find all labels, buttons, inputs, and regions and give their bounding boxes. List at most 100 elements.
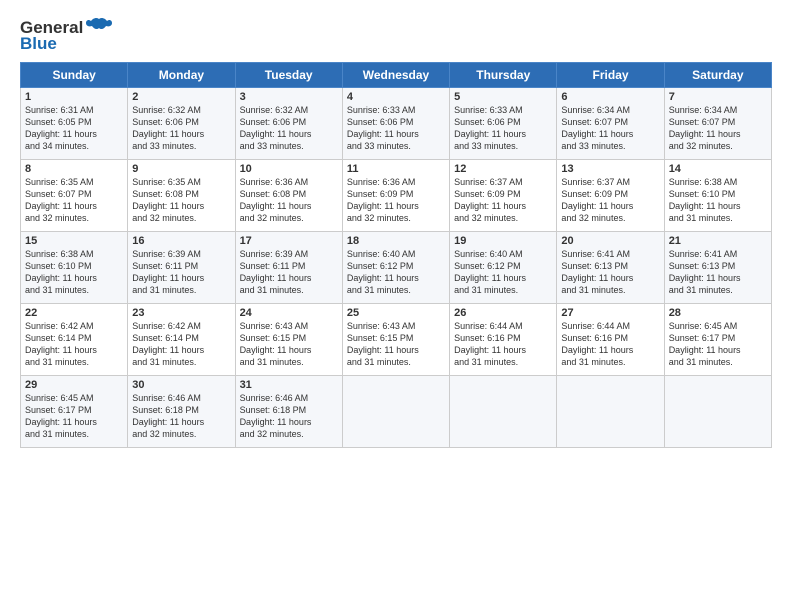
day-number: 17 bbox=[240, 235, 338, 247]
day-info: Sunrise: 6:36 AM Sunset: 6:08 PM Dayligh… bbox=[240, 176, 338, 225]
day-number: 24 bbox=[240, 307, 338, 319]
day-info: Sunrise: 6:38 AM Sunset: 6:10 PM Dayligh… bbox=[25, 248, 123, 297]
day-cell: 29Sunrise: 6:45 AM Sunset: 6:17 PM Dayli… bbox=[21, 376, 128, 448]
day-cell: 7Sunrise: 6:34 AM Sunset: 6:07 PM Daylig… bbox=[664, 88, 771, 160]
day-info: Sunrise: 6:39 AM Sunset: 6:11 PM Dayligh… bbox=[240, 248, 338, 297]
day-info: Sunrise: 6:46 AM Sunset: 6:18 PM Dayligh… bbox=[240, 392, 338, 441]
day-cell: 11Sunrise: 6:36 AM Sunset: 6:09 PM Dayli… bbox=[342, 160, 449, 232]
day-number: 15 bbox=[25, 235, 123, 247]
day-info: Sunrise: 6:40 AM Sunset: 6:12 PM Dayligh… bbox=[347, 248, 445, 297]
day-info: Sunrise: 6:34 AM Sunset: 6:07 PM Dayligh… bbox=[561, 104, 659, 153]
day-cell: 25Sunrise: 6:43 AM Sunset: 6:15 PM Dayli… bbox=[342, 304, 449, 376]
day-info: Sunrise: 6:40 AM Sunset: 6:12 PM Dayligh… bbox=[454, 248, 552, 297]
day-info: Sunrise: 6:38 AM Sunset: 6:10 PM Dayligh… bbox=[669, 176, 767, 225]
day-cell: 15Sunrise: 6:38 AM Sunset: 6:10 PM Dayli… bbox=[21, 232, 128, 304]
header-cell-wednesday: Wednesday bbox=[342, 63, 449, 88]
day-info: Sunrise: 6:46 AM Sunset: 6:18 PM Dayligh… bbox=[132, 392, 230, 441]
day-info: Sunrise: 6:43 AM Sunset: 6:15 PM Dayligh… bbox=[240, 320, 338, 369]
day-cell: 23Sunrise: 6:42 AM Sunset: 6:14 PM Dayli… bbox=[128, 304, 235, 376]
day-number: 7 bbox=[669, 91, 767, 103]
day-cell: 31Sunrise: 6:46 AM Sunset: 6:18 PM Dayli… bbox=[235, 376, 342, 448]
day-number: 13 bbox=[561, 163, 659, 175]
logo-blue: Blue bbox=[20, 34, 57, 54]
day-info: Sunrise: 6:41 AM Sunset: 6:13 PM Dayligh… bbox=[669, 248, 767, 297]
day-info: Sunrise: 6:44 AM Sunset: 6:16 PM Dayligh… bbox=[561, 320, 659, 369]
day-number: 2 bbox=[132, 91, 230, 103]
day-info: Sunrise: 6:42 AM Sunset: 6:14 PM Dayligh… bbox=[25, 320, 123, 369]
header-cell-monday: Monday bbox=[128, 63, 235, 88]
day-cell: 1Sunrise: 6:31 AM Sunset: 6:05 PM Daylig… bbox=[21, 88, 128, 160]
day-cell bbox=[664, 376, 771, 448]
day-info: Sunrise: 6:36 AM Sunset: 6:09 PM Dayligh… bbox=[347, 176, 445, 225]
logo: General Blue bbox=[20, 18, 113, 54]
day-cell: 14Sunrise: 6:38 AM Sunset: 6:10 PM Dayli… bbox=[664, 160, 771, 232]
day-info: Sunrise: 6:45 AM Sunset: 6:17 PM Dayligh… bbox=[25, 392, 123, 441]
day-number: 14 bbox=[669, 163, 767, 175]
day-number: 9 bbox=[132, 163, 230, 175]
header-cell-thursday: Thursday bbox=[450, 63, 557, 88]
calendar-table: SundayMondayTuesdayWednesdayThursdayFrid… bbox=[20, 62, 772, 448]
week-row-5: 29Sunrise: 6:45 AM Sunset: 6:17 PM Dayli… bbox=[21, 376, 772, 448]
week-row-1: 1Sunrise: 6:31 AM Sunset: 6:05 PM Daylig… bbox=[21, 88, 772, 160]
header-cell-saturday: Saturday bbox=[664, 63, 771, 88]
day-number: 31 bbox=[240, 379, 338, 391]
day-cell: 2Sunrise: 6:32 AM Sunset: 6:06 PM Daylig… bbox=[128, 88, 235, 160]
day-number: 22 bbox=[25, 307, 123, 319]
day-cell: 4Sunrise: 6:33 AM Sunset: 6:06 PM Daylig… bbox=[342, 88, 449, 160]
day-number: 10 bbox=[240, 163, 338, 175]
day-cell: 3Sunrise: 6:32 AM Sunset: 6:06 PM Daylig… bbox=[235, 88, 342, 160]
day-info: Sunrise: 6:32 AM Sunset: 6:06 PM Dayligh… bbox=[240, 104, 338, 153]
day-number: 27 bbox=[561, 307, 659, 319]
day-cell: 5Sunrise: 6:33 AM Sunset: 6:06 PM Daylig… bbox=[450, 88, 557, 160]
day-cell: 28Sunrise: 6:45 AM Sunset: 6:17 PM Dayli… bbox=[664, 304, 771, 376]
day-cell: 19Sunrise: 6:40 AM Sunset: 6:12 PM Dayli… bbox=[450, 232, 557, 304]
day-info: Sunrise: 6:35 AM Sunset: 6:07 PM Dayligh… bbox=[25, 176, 123, 225]
day-cell: 12Sunrise: 6:37 AM Sunset: 6:09 PM Dayli… bbox=[450, 160, 557, 232]
day-cell: 21Sunrise: 6:41 AM Sunset: 6:13 PM Dayli… bbox=[664, 232, 771, 304]
day-number: 28 bbox=[669, 307, 767, 319]
day-number: 1 bbox=[25, 91, 123, 103]
day-info: Sunrise: 6:31 AM Sunset: 6:05 PM Dayligh… bbox=[25, 104, 123, 153]
day-number: 30 bbox=[132, 379, 230, 391]
day-cell: 8Sunrise: 6:35 AM Sunset: 6:07 PM Daylig… bbox=[21, 160, 128, 232]
day-info: Sunrise: 6:44 AM Sunset: 6:16 PM Dayligh… bbox=[454, 320, 552, 369]
week-row-4: 22Sunrise: 6:42 AM Sunset: 6:14 PM Dayli… bbox=[21, 304, 772, 376]
day-info: Sunrise: 6:37 AM Sunset: 6:09 PM Dayligh… bbox=[454, 176, 552, 225]
day-number: 12 bbox=[454, 163, 552, 175]
day-info: Sunrise: 6:32 AM Sunset: 6:06 PM Dayligh… bbox=[132, 104, 230, 153]
day-cell bbox=[557, 376, 664, 448]
day-cell: 22Sunrise: 6:42 AM Sunset: 6:14 PM Dayli… bbox=[21, 304, 128, 376]
header-cell-sunday: Sunday bbox=[21, 63, 128, 88]
day-info: Sunrise: 6:33 AM Sunset: 6:06 PM Dayligh… bbox=[454, 104, 552, 153]
logo-bird-icon bbox=[85, 17, 113, 35]
header-row: SundayMondayTuesdayWednesdayThursdayFrid… bbox=[21, 63, 772, 88]
day-number: 4 bbox=[347, 91, 445, 103]
day-number: 26 bbox=[454, 307, 552, 319]
day-cell: 26Sunrise: 6:44 AM Sunset: 6:16 PM Dayli… bbox=[450, 304, 557, 376]
header-cell-tuesday: Tuesday bbox=[235, 63, 342, 88]
week-row-3: 15Sunrise: 6:38 AM Sunset: 6:10 PM Dayli… bbox=[21, 232, 772, 304]
day-info: Sunrise: 6:41 AM Sunset: 6:13 PM Dayligh… bbox=[561, 248, 659, 297]
day-cell: 16Sunrise: 6:39 AM Sunset: 6:11 PM Dayli… bbox=[128, 232, 235, 304]
day-number: 19 bbox=[454, 235, 552, 247]
day-info: Sunrise: 6:43 AM Sunset: 6:15 PM Dayligh… bbox=[347, 320, 445, 369]
day-info: Sunrise: 6:39 AM Sunset: 6:11 PM Dayligh… bbox=[132, 248, 230, 297]
day-cell: 18Sunrise: 6:40 AM Sunset: 6:12 PM Dayli… bbox=[342, 232, 449, 304]
day-info: Sunrise: 6:37 AM Sunset: 6:09 PM Dayligh… bbox=[561, 176, 659, 225]
day-number: 16 bbox=[132, 235, 230, 247]
day-cell: 9Sunrise: 6:35 AM Sunset: 6:08 PM Daylig… bbox=[128, 160, 235, 232]
day-number: 3 bbox=[240, 91, 338, 103]
day-number: 20 bbox=[561, 235, 659, 247]
header: General Blue bbox=[20, 18, 772, 54]
day-cell: 24Sunrise: 6:43 AM Sunset: 6:15 PM Dayli… bbox=[235, 304, 342, 376]
day-cell bbox=[342, 376, 449, 448]
week-row-2: 8Sunrise: 6:35 AM Sunset: 6:07 PM Daylig… bbox=[21, 160, 772, 232]
day-number: 6 bbox=[561, 91, 659, 103]
day-number: 21 bbox=[669, 235, 767, 247]
day-number: 25 bbox=[347, 307, 445, 319]
header-cell-friday: Friday bbox=[557, 63, 664, 88]
day-number: 23 bbox=[132, 307, 230, 319]
day-cell: 17Sunrise: 6:39 AM Sunset: 6:11 PM Dayli… bbox=[235, 232, 342, 304]
day-info: Sunrise: 6:45 AM Sunset: 6:17 PM Dayligh… bbox=[669, 320, 767, 369]
day-cell: 6Sunrise: 6:34 AM Sunset: 6:07 PM Daylig… bbox=[557, 88, 664, 160]
